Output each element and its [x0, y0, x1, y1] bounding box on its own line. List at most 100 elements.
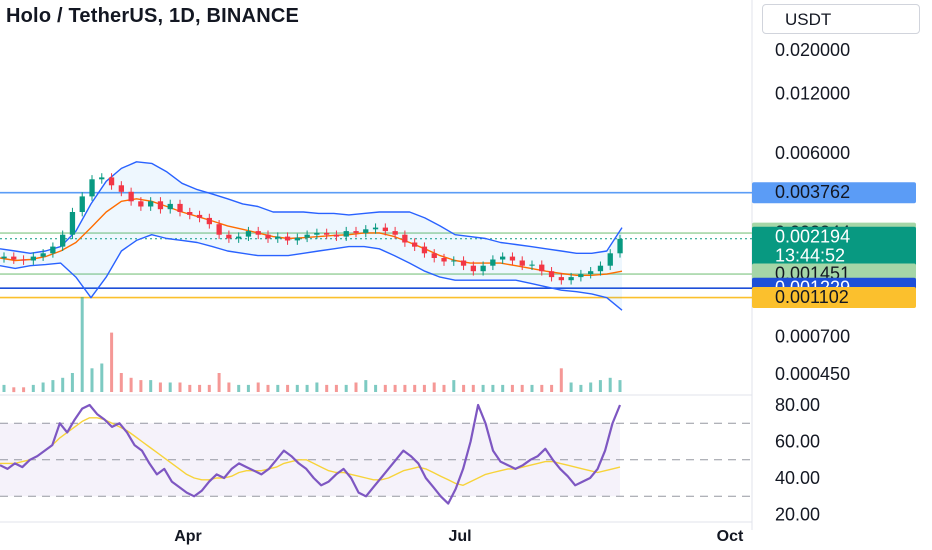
candle-body [421, 246, 428, 254]
candle-body [245, 231, 252, 237]
volume-bar [608, 377, 612, 393]
candle-body [20, 259, 27, 261]
volume-bar [276, 384, 280, 392]
candle-body [275, 236, 281, 239]
rsi-tick-label: 20.00 [775, 505, 820, 525]
candle-body [11, 256, 17, 260]
candle-body [588, 271, 594, 275]
volume-bar [325, 384, 329, 392]
candle-body [40, 253, 46, 257]
candle-body [382, 227, 388, 232]
candle-body [460, 260, 467, 266]
candle-body [412, 242, 418, 247]
candle-body [265, 234, 271, 239]
candle-body [89, 179, 95, 197]
candle-body [196, 214, 203, 218]
candle-body [363, 229, 369, 233]
volume-bar [100, 363, 104, 392]
price-badge-label: 0.001102 [775, 287, 849, 307]
candle-body [333, 234, 340, 237]
price-badge-label: 0.002194 [775, 227, 850, 247]
volume-bar [520, 384, 524, 392]
candle-body [353, 231, 359, 233]
candle-body [99, 177, 105, 180]
volume-bar [598, 380, 602, 392]
chart-title: Holo / TetherUS, 1D, BINANCE [6, 5, 300, 27]
candle-body [177, 203, 183, 212]
volume-bar [168, 382, 172, 392]
candle-body [79, 196, 85, 212]
price-tick-label: 0.000700 [775, 326, 850, 346]
volume-bar [589, 382, 593, 392]
price-tick-label: 0.012000 [775, 84, 850, 104]
candle-body [529, 264, 535, 266]
volume-bar [61, 377, 65, 393]
volume-bar [393, 384, 397, 392]
volume-bar [374, 384, 378, 392]
candle-body [236, 236, 242, 239]
volume-bar [481, 384, 485, 392]
candle-body [597, 265, 604, 272]
candle-body [548, 271, 555, 278]
candle-body [255, 231, 261, 235]
candle-body [148, 201, 154, 207]
candle-body [128, 191, 134, 202]
volume-bar [188, 384, 192, 392]
time-tick-label: Apr [174, 528, 202, 545]
volume-bar [510, 384, 514, 392]
volume-bar [110, 332, 114, 392]
candle-body [500, 256, 506, 260]
volume-bar [237, 384, 241, 392]
candle-body [607, 253, 613, 266]
volume-bar [31, 384, 35, 392]
candle-body [431, 253, 437, 258]
candle-body [343, 231, 349, 237]
volume-bar [41, 382, 45, 392]
volume-bar [12, 387, 16, 393]
candle-body [324, 232, 330, 235]
volume-bar [139, 380, 143, 392]
candle-body [402, 234, 408, 243]
candle-body [509, 256, 516, 261]
candle-body [187, 212, 193, 215]
candle-body [108, 177, 115, 186]
volume-bar [618, 380, 622, 392]
candle-body [441, 258, 447, 262]
volume-bar [471, 384, 475, 392]
rsi-tick-label: 60.00 [775, 432, 820, 452]
currency-selector-button[interactable]: USDT [762, 4, 920, 34]
candle-body [372, 227, 379, 230]
chart-canvas: 0.020000 0.012000 0.006000 0.000700 0.000450… [0, 0, 916, 545]
candle-body [284, 236, 291, 241]
volume-bar [569, 382, 573, 392]
volume-bar [452, 380, 456, 392]
volume-bar [51, 380, 55, 392]
candle-body [118, 185, 124, 192]
candle-body [490, 259, 496, 266]
price-tick-label: 0.000450 [775, 364, 850, 384]
volume-bar [70, 373, 74, 392]
volume-bar [334, 384, 338, 392]
candle-body [69, 212, 76, 235]
volume-bar [422, 384, 426, 392]
volume-bar [90, 368, 94, 393]
volume-bar [178, 382, 182, 392]
candle-body [206, 217, 212, 225]
candle-body [294, 237, 300, 241]
candle-body [60, 234, 66, 247]
volume-bar [315, 382, 319, 392]
volume-bar [129, 377, 133, 393]
volume-bar [432, 382, 436, 392]
volume-bar [530, 384, 534, 392]
volume-bar [364, 380, 368, 392]
price-tick-label: 0.020000 [775, 40, 850, 60]
price-badge-label: 0.003762 [775, 182, 850, 202]
volume-bar [256, 382, 260, 392]
volume-bar [442, 384, 446, 392]
candle-body [568, 277, 574, 281]
volume-bar [246, 384, 250, 392]
volume-bar [295, 384, 299, 392]
volume-bar [501, 384, 505, 392]
volume-bar [198, 384, 202, 392]
candle-body [578, 274, 584, 278]
